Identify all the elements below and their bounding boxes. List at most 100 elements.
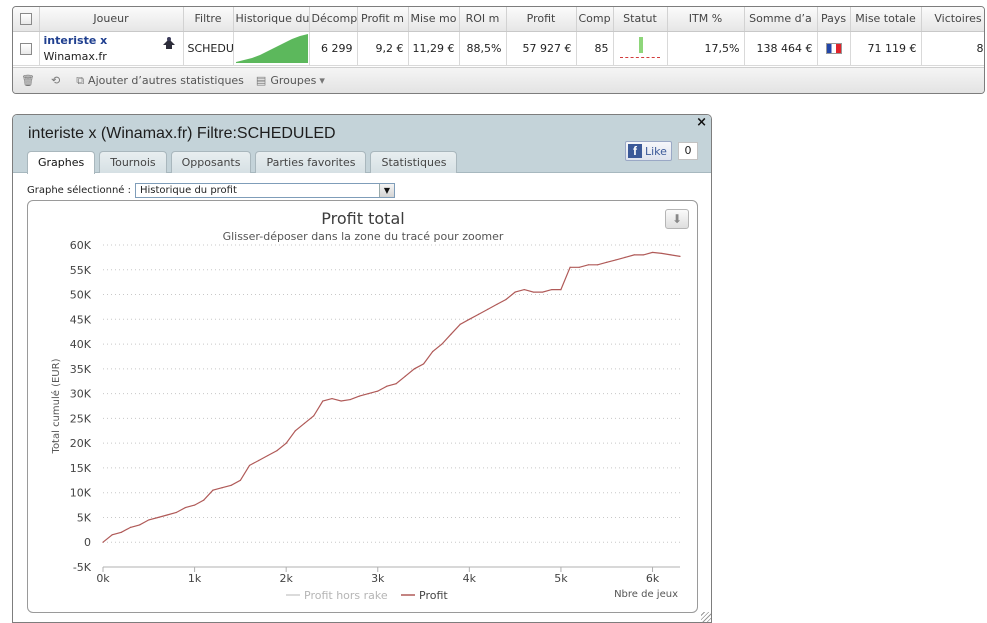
profit-data-point xyxy=(230,484,232,486)
modal-header: interiste x (Winamax.fr) Filtre:SCHEDULE… xyxy=(13,115,711,174)
select-all-checkbox[interactable] xyxy=(19,13,32,26)
groups-label: Groupes xyxy=(270,74,317,87)
history-sparkline-cell[interactable] xyxy=(233,31,310,66)
profit-data-point xyxy=(578,266,580,268)
profit-data-point xyxy=(102,541,104,543)
stats-panel: Joueur Filtre Historique du Décomp Profi… xyxy=(12,6,985,94)
x-tick-label: 2k xyxy=(279,572,293,585)
profit-data-point xyxy=(468,318,470,320)
profit-data-point xyxy=(651,251,654,254)
y-tick-label: 10K xyxy=(70,487,92,500)
column-header-country[interactable]: Pays xyxy=(817,7,851,32)
facebook-like-widget: f Like 0 xyxy=(625,141,698,161)
profit-data-point xyxy=(377,390,379,392)
delete-button[interactable]: 🗑 xyxy=(21,74,39,87)
column-header-player[interactable]: Joueur xyxy=(39,7,184,32)
table-header-row: Joueur Filtre Historique du Décomp Profi… xyxy=(13,7,984,32)
resize-grip[interactable] xyxy=(701,612,711,622)
column-header-avg-roi[interactable]: ROI m xyxy=(459,7,507,32)
profit-data-point xyxy=(139,524,141,526)
profit-data-point xyxy=(285,442,287,444)
profit-chart[interactable]: Profit total Glisser-déposer dans la zone… xyxy=(28,201,697,612)
profit-data-point xyxy=(569,266,571,268)
profit-data-point xyxy=(661,252,663,255)
tab-favorite-games[interactable]: Parties favorites xyxy=(255,151,367,173)
profit-data-point xyxy=(248,464,251,467)
profit-data-point xyxy=(642,254,644,256)
history-sparkline[interactable] xyxy=(235,33,308,63)
profit-data-point xyxy=(432,350,434,353)
profit-data-point xyxy=(505,298,507,301)
select-all-header[interactable] xyxy=(13,7,40,32)
refresh-button[interactable]: ⟲ xyxy=(51,74,64,87)
tab-opponents[interactable]: Opposants xyxy=(170,151,252,173)
graph-select-label: Graphe sélectionné : xyxy=(27,185,131,196)
column-header-avg-profit[interactable]: Profit m xyxy=(357,7,409,32)
profit-data-point xyxy=(331,397,333,400)
y-tick-label: 30K xyxy=(70,388,92,401)
profit-data-point xyxy=(276,449,278,452)
row-checkbox[interactable] xyxy=(19,42,32,55)
profit-data-point xyxy=(221,487,223,489)
close-button[interactable]: × xyxy=(696,115,707,130)
profit-data-point xyxy=(129,526,132,528)
column-header-filter[interactable]: Filtre xyxy=(183,7,234,32)
profit-data-point xyxy=(193,504,196,506)
chevron-down-icon[interactable]: ▼ xyxy=(379,184,394,197)
chart-container[interactable]: ⬇ Profit total Glisser-déposer dans la zo… xyxy=(27,200,698,613)
tab-statistics[interactable]: Statistiques xyxy=(370,151,458,173)
profit-data-point xyxy=(120,531,122,533)
profit-data-point xyxy=(258,459,260,462)
profit-data-point xyxy=(560,288,562,291)
profit-data-point xyxy=(615,259,617,261)
column-header-profit[interactable]: Profit xyxy=(506,7,577,32)
y-tick-label: 25K xyxy=(70,412,92,425)
profit-data-point xyxy=(175,511,177,514)
chart-subtitle: Glisser-déposer dans la zone du tracé po… xyxy=(223,230,504,243)
profit-data-point xyxy=(239,479,241,481)
status-indicator xyxy=(618,34,662,62)
player-name-link[interactable]: interiste x xyxy=(44,34,179,47)
profit-data-point xyxy=(459,323,461,325)
column-header-itm[interactable]: ITM % xyxy=(667,7,745,32)
column-header-wins[interactable]: Victoires xyxy=(921,7,984,32)
profit-data-point xyxy=(386,385,388,387)
facebook-like-button[interactable]: f Like xyxy=(625,141,672,161)
player-avatar-icon xyxy=(162,36,175,49)
tab-graphs[interactable]: Graphes xyxy=(27,151,96,174)
column-header-history[interactable]: Historique du xyxy=(233,7,310,32)
y-tick-label: 50K xyxy=(70,289,92,302)
player-detail-modal: interiste x (Winamax.fr) Filtre:SCHEDULE… xyxy=(12,114,712,623)
profit-cell: 57 927 € xyxy=(506,31,577,66)
groups-icon: ▤ xyxy=(255,74,267,87)
facebook-like-count: 0 xyxy=(677,142,698,160)
profit-data-point xyxy=(496,303,498,306)
profit-data-point xyxy=(358,395,361,397)
column-header-comp[interactable]: Comp xyxy=(576,7,614,32)
graph-select[interactable]: Historique du profit ▼ xyxy=(135,183,395,198)
profit-data-point xyxy=(542,291,544,293)
profit-data-point xyxy=(303,422,306,424)
y-tick-label: -5K xyxy=(73,561,92,574)
column-header-status[interactable]: Statut xyxy=(613,7,668,32)
refresh-icon: ⟲ xyxy=(50,74,61,87)
trash-icon: 🗑 xyxy=(21,74,35,87)
comp-cell: 85 xyxy=(576,31,614,66)
column-header-avg-stake[interactable]: Mise mo xyxy=(408,7,460,32)
profit-data-point xyxy=(340,400,342,402)
x-tick-label: 3k xyxy=(371,572,385,585)
y-tick-label: 5K xyxy=(77,511,92,524)
download-chart-button[interactable]: ⬇ xyxy=(665,209,689,229)
column-header-sum[interactable]: Somme d’a xyxy=(744,7,818,32)
tab-tournaments[interactable]: Tournois xyxy=(99,151,167,173)
x-tick-label: 0k xyxy=(96,572,110,585)
profit-data-point xyxy=(212,489,214,491)
row-select-cell[interactable] xyxy=(13,31,40,66)
france-flag-icon xyxy=(825,43,842,54)
column-header-count[interactable]: Décomp xyxy=(309,7,358,32)
groups-dropdown[interactable]: ▤ Groupes ▾ xyxy=(256,74,329,87)
y-axis-label: Total cumulé (EUR) xyxy=(50,358,62,454)
profit-data-point xyxy=(157,516,159,519)
column-header-total-stake[interactable]: Mise totale xyxy=(850,7,922,32)
add-stats-button[interactable]: ⧉ Ajouter d’autres statistiques xyxy=(76,74,244,88)
